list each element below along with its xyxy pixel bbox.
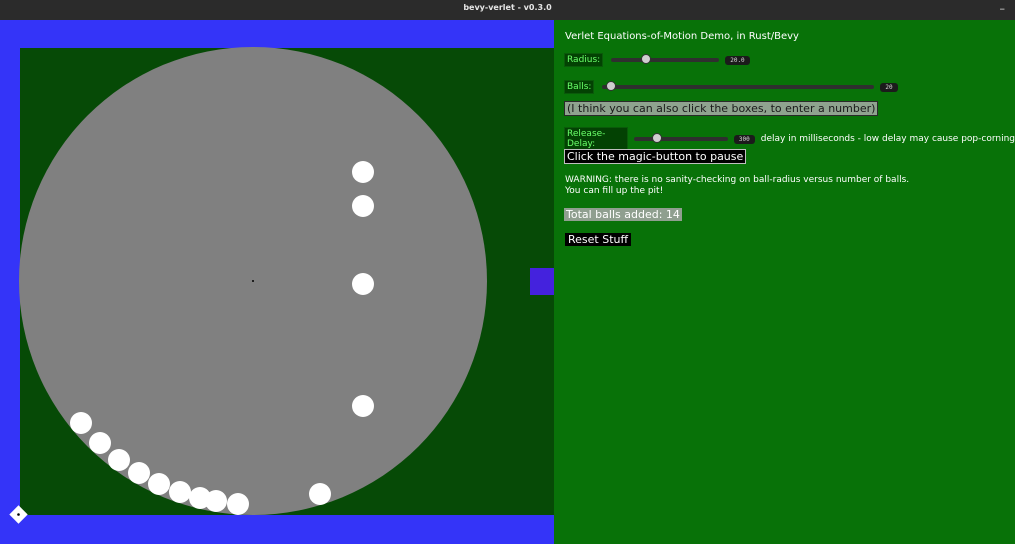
window-titlebar: bevy-verlet - v0.3.0 – bbox=[0, 0, 1015, 20]
release-delay-slider[interactable] bbox=[633, 133, 728, 143]
reset-button[interactable]: Reset Stuff bbox=[565, 233, 632, 246]
release-delay-slider-track bbox=[633, 137, 728, 141]
balls-slider[interactable] bbox=[602, 81, 875, 91]
window-title: bevy-verlet - v0.3.0 bbox=[463, 3, 552, 12]
ball bbox=[352, 395, 374, 417]
ball bbox=[205, 490, 227, 512]
total-balls-counter: Total balls added: 14 bbox=[564, 208, 682, 221]
ball bbox=[352, 195, 374, 217]
simulation-area bbox=[0, 20, 554, 544]
radius-slider-handle[interactable] bbox=[640, 54, 651, 64]
radius-slider-track bbox=[611, 58, 720, 62]
ball bbox=[148, 473, 170, 495]
warning-text: WARNING: there is no sanity-checking on … bbox=[565, 175, 909, 197]
radius-slider[interactable] bbox=[611, 54, 720, 64]
balls-slider-handle[interactable] bbox=[605, 81, 616, 91]
radius-value-box[interactable]: 20.0 bbox=[725, 55, 750, 65]
simulation-canvas bbox=[9, 47, 554, 524]
minimize-icon[interactable]: – bbox=[1000, 2, 1006, 15]
release-delay-note: delay in milliseconds - low delay may ca… bbox=[760, 134, 1015, 144]
balls-value-box[interactable]: 20 bbox=[880, 82, 898, 92]
click-hint: (I think you can also click the boxes, t… bbox=[564, 101, 879, 116]
ball bbox=[352, 161, 374, 183]
spawner-block bbox=[530, 268, 554, 295]
balls-label: Balls: bbox=[564, 80, 595, 94]
panel-heading: Verlet Equations-of-Motion Demo, in Rust… bbox=[565, 31, 799, 42]
release-delay-label: Release-Delay: bbox=[564, 127, 628, 151]
release-delay-row: Release-Delay: 300 delay in milliseconds… bbox=[564, 127, 1015, 151]
balls-row: Balls: 20 bbox=[564, 80, 898, 94]
center-dot bbox=[252, 280, 254, 282]
ball bbox=[352, 273, 374, 295]
release-delay-slider-handle[interactable] bbox=[651, 133, 662, 143]
ball bbox=[89, 432, 111, 454]
ball bbox=[309, 483, 331, 505]
ball bbox=[108, 449, 130, 471]
release-delay-value-box[interactable]: 300 bbox=[733, 134, 755, 144]
ball bbox=[128, 462, 150, 484]
ball bbox=[227, 493, 249, 515]
ball bbox=[169, 481, 191, 503]
control-panel: Verlet Equations-of-Motion Demo, in Rust… bbox=[554, 20, 1015, 544]
radius-label: Radius: bbox=[564, 53, 604, 67]
ball bbox=[70, 412, 92, 434]
radius-row: Radius: 20.0 bbox=[564, 53, 750, 67]
warning-line-2: You can fill up the pit! bbox=[565, 186, 664, 196]
magic-pause-button[interactable]: Click the magic-button to pause bbox=[564, 149, 747, 164]
corner-marker bbox=[9, 505, 28, 524]
balls-slider-track bbox=[602, 85, 875, 89]
warning-line-1: WARNING: there is no sanity-checking on … bbox=[565, 175, 910, 185]
